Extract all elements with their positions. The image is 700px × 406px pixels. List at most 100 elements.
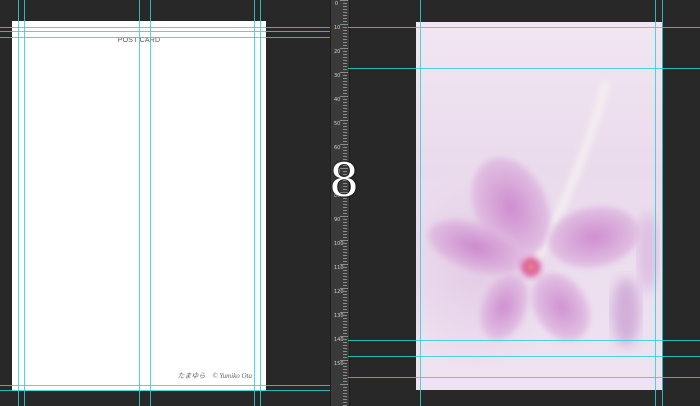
photo-image[interactable] (416, 22, 662, 390)
ruler-tick (343, 351, 347, 352)
ruler-tick (343, 402, 347, 403)
photo-credit: たまゆら © Yumiko Ota (177, 372, 252, 380)
ruler-tick (343, 147, 347, 148)
right-page-pane[interactable] (348, 0, 700, 406)
ruler-tick (343, 315, 347, 316)
ruler-tick (343, 324, 347, 325)
ruler-tick (343, 30, 347, 31)
ruler-label: 90 (334, 217, 341, 223)
guide-horizontal[interactable] (348, 377, 700, 378)
page-number: 8 (329, 153, 359, 207)
ruler-label: 120 (334, 289, 344, 295)
ruler-tick (343, 306, 347, 307)
guide-vertical[interactable] (260, 0, 261, 406)
ruler-tick (343, 303, 347, 304)
ruler-tick (343, 399, 347, 400)
ruler-tick (340, 288, 348, 289)
ruler-label: 0 (334, 1, 339, 7)
ruler-tick (343, 270, 347, 271)
ruler-tick (343, 267, 347, 268)
ruler-tick (340, 0, 348, 1)
ruler-tick (343, 273, 347, 274)
ruler-tick (343, 225, 347, 226)
ruler-tick (343, 357, 347, 358)
guide-vertical[interactable] (655, 0, 656, 406)
ruler-tick (343, 81, 347, 82)
ruler-label: 10 (334, 25, 341, 31)
guide-vertical[interactable] (150, 0, 151, 406)
ruler-tick (343, 327, 347, 328)
ruler-tick (343, 129, 347, 130)
ruler-tick (343, 102, 347, 103)
ruler-tick (340, 96, 348, 97)
ruler-tick (340, 144, 348, 145)
ruler-tick (343, 291, 347, 292)
ruler-tick (343, 339, 347, 340)
guide-vertical[interactable] (18, 0, 19, 406)
ruler-tick (343, 45, 347, 46)
ruler-tick (340, 216, 348, 217)
ruler-tick (343, 285, 347, 286)
guide-horizontal[interactable] (0, 31, 330, 32)
ruler-tick (343, 138, 347, 139)
guide-vertical[interactable] (139, 0, 140, 406)
ruler-tick (340, 240, 348, 241)
ruler-tick (343, 333, 347, 334)
ruler-tick (343, 294, 347, 295)
ruler-tick (343, 132, 347, 133)
ruler-tick (343, 213, 347, 214)
ruler-tick (343, 9, 347, 10)
ruler-tick (343, 69, 347, 70)
ruler-tick (340, 264, 348, 265)
guide-vertical[interactable] (24, 0, 25, 406)
ruler-tick (343, 51, 347, 52)
ruler-label: 20 (334, 49, 341, 55)
ruler-tick (343, 393, 347, 394)
ruler-tick (343, 27, 347, 28)
ruler-tick (343, 63, 347, 64)
left-page-pane[interactable]: POST CARD たまゆら © Yumiko Ota (0, 0, 330, 406)
ruler-label: 150 (334, 361, 344, 367)
guide-horizontal[interactable] (0, 390, 330, 391)
ruler-tick (340, 48, 348, 49)
ruler-tick (343, 84, 347, 85)
ruler-tick (343, 6, 347, 7)
ruler-tick (343, 60, 347, 61)
guide-horizontal[interactable] (0, 37, 330, 38)
ruler-tick (340, 120, 348, 121)
ruler-tick (340, 72, 348, 73)
guide-vertical[interactable] (662, 0, 663, 406)
guide-horizontal[interactable] (0, 27, 330, 28)
ruler-tick (343, 36, 347, 37)
ruler-tick (343, 309, 347, 310)
ruler-tick (343, 222, 347, 223)
ruler-tick (343, 369, 347, 370)
ruler-tick (343, 66, 347, 67)
ruler-tick (343, 387, 347, 388)
ruler-tick (340, 24, 348, 25)
ruler-tick (343, 219, 347, 220)
ruler-tick (343, 276, 347, 277)
ruler-tick (343, 228, 347, 229)
ruler-tick (343, 135, 347, 136)
guide-horizontal[interactable] (348, 68, 700, 69)
ruler-tick (343, 381, 347, 382)
ruler-tick (343, 342, 347, 343)
guide-vertical[interactable] (254, 0, 255, 406)
ruler-label: 50 (334, 121, 341, 127)
ruler-tick (343, 39, 347, 40)
guide-vertical[interactable] (420, 0, 421, 406)
ruler-tick (343, 378, 347, 379)
ruler-tick (343, 363, 347, 364)
guide-horizontal[interactable] (348, 340, 700, 341)
ruler-tick (343, 42, 347, 43)
guide-horizontal[interactable] (348, 356, 700, 357)
ruler-tick (343, 54, 347, 55)
ruler-tick (343, 300, 347, 301)
ruler-tick (343, 3, 347, 4)
flower-photo (427, 80, 658, 346)
ruler-tick (343, 99, 347, 100)
guide-horizontal[interactable] (348, 27, 700, 28)
ruler-tick (343, 114, 347, 115)
guide-horizontal[interactable] (0, 385, 330, 386)
